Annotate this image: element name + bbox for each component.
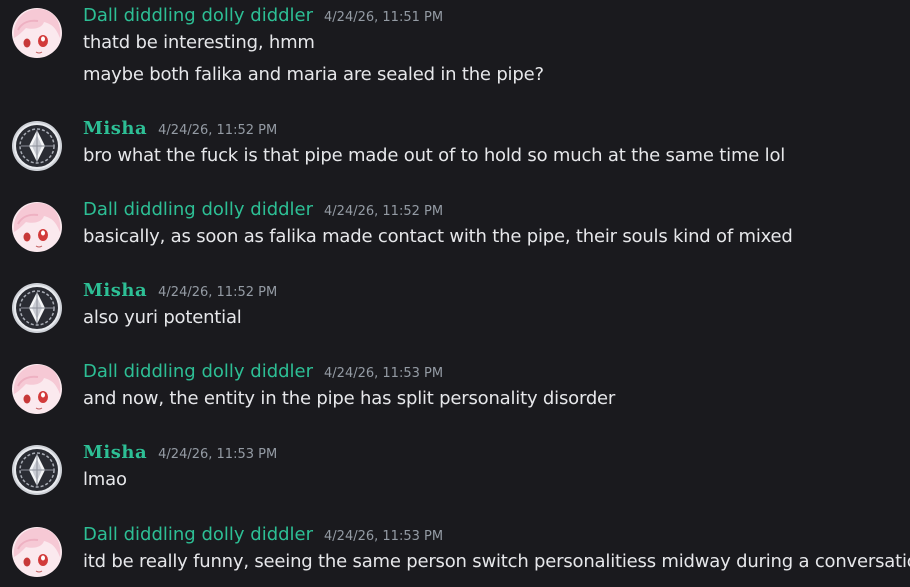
message-header: Dall diddling dolly diddler 4/24/26, 11:… bbox=[83, 524, 443, 545]
message-timestamp[interactable]: 4/24/26, 11:52 PM bbox=[324, 204, 443, 219]
message-text: and now, the entity in the pipe has spli… bbox=[83, 388, 616, 409]
author-name[interactable]: Dall diddling dolly diddler bbox=[83, 5, 313, 26]
anime-girl-avatar-icon[interactable] bbox=[12, 8, 62, 58]
message-header: Misha 4/24/26, 11:52 PM bbox=[83, 118, 277, 139]
ornate-emblem-avatar-icon[interactable] bbox=[12, 445, 62, 495]
author-name[interactable]: Dall diddling dolly diddler bbox=[83, 524, 313, 545]
author-name[interactable]: Misha bbox=[83, 118, 147, 139]
anime-girl-avatar-icon[interactable] bbox=[12, 364, 62, 414]
message-text: also yuri potential bbox=[83, 307, 242, 328]
chat-message-list: Dall diddling dolly diddler 4/24/26, 11:… bbox=[0, 0, 910, 587]
message-header: Dall diddling dolly diddler 4/24/26, 11:… bbox=[83, 5, 443, 26]
message-header: Misha 4/24/26, 11:52 PM bbox=[83, 280, 277, 301]
message-timestamp[interactable]: 4/24/26, 11:52 PM bbox=[158, 123, 277, 138]
anime-girl-avatar-icon[interactable] bbox=[12, 202, 62, 252]
author-name[interactable]: Dall diddling dolly diddler bbox=[83, 361, 313, 382]
message-timestamp[interactable]: 4/24/26, 11:51 PM bbox=[324, 10, 443, 25]
message-text: basically, as soon as falika made contac… bbox=[83, 226, 793, 247]
message-timestamp[interactable]: 4/24/26, 11:53 PM bbox=[158, 447, 277, 462]
message-header: Misha 4/24/26, 11:53 PM bbox=[83, 442, 277, 463]
message-timestamp[interactable]: 4/24/26, 11:53 PM bbox=[324, 529, 443, 544]
message-text: thatd be interesting, hmm bbox=[83, 32, 315, 53]
message-text: lmao bbox=[83, 469, 127, 490]
message-text: maybe both falika and maria are sealed i… bbox=[83, 64, 544, 85]
message-header: Dall diddling dolly diddler 4/24/26, 11:… bbox=[83, 361, 443, 382]
message-text: itd be really funny, seeing the same per… bbox=[83, 551, 910, 572]
author-name[interactable]: Misha bbox=[83, 442, 147, 463]
author-name[interactable]: Dall diddling dolly diddler bbox=[83, 199, 313, 220]
ornate-emblem-avatar-icon[interactable] bbox=[12, 283, 62, 333]
message-text: bro what the fuck is that pipe made out … bbox=[83, 145, 786, 166]
message-timestamp[interactable]: 4/24/26, 11:52 PM bbox=[158, 285, 277, 300]
anime-girl-avatar-icon[interactable] bbox=[12, 527, 62, 577]
message-timestamp[interactable]: 4/24/26, 11:53 PM bbox=[324, 366, 443, 381]
message-header: Dall diddling dolly diddler 4/24/26, 11:… bbox=[83, 199, 443, 220]
author-name[interactable]: Misha bbox=[83, 280, 147, 301]
ornate-emblem-avatar-icon[interactable] bbox=[12, 121, 62, 171]
